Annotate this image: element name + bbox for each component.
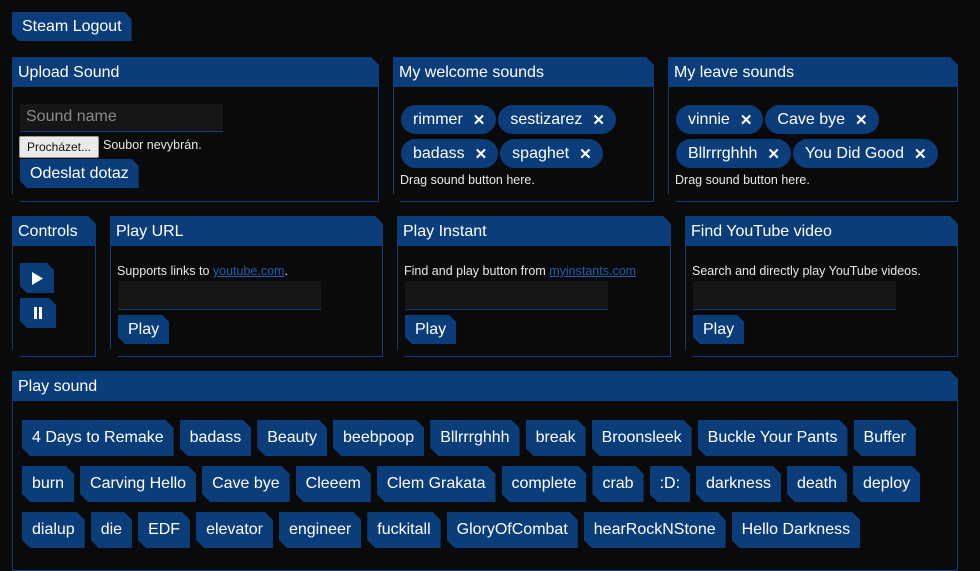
leave-sounds-panel: My leave sounds vinnie ✕ Cave bye ✕ Bllrrrg… [668, 57, 958, 202]
welcome-drag-hint: Drag sound button here. [400, 173, 535, 187]
upload-sound-title: Upload Sound [13, 58, 378, 87]
sound-button[interactable]: deploy [853, 466, 920, 502]
leave-drag-hint: Drag sound button here. [675, 173, 810, 187]
leave-tag[interactable]: Bllrrrghhh ✕ [676, 139, 791, 168]
sound-button[interactable]: Hello Darkness [732, 512, 860, 548]
welcome-sounds-title: My welcome sounds [394, 58, 653, 87]
sound-button[interactable]: Bllrrrghhh [430, 420, 519, 456]
youtube-title: Find YouTube video [686, 217, 957, 246]
sound-button[interactable]: hearRockNStone [584, 512, 726, 548]
sound-button[interactable]: EDF [138, 512, 190, 548]
leave-tag[interactable]: Cave bye ✕ [765, 105, 878, 134]
youtube-description: Search and directly play YouTube videos. [692, 264, 921, 278]
desc-end: . [284, 264, 288, 278]
play-icon[interactable] [20, 263, 54, 293]
leave-tag[interactable]: You Did Good ✕ [793, 139, 938, 168]
sound-button[interactable]: GloryOfCombat [447, 512, 578, 548]
instant-input[interactable] [405, 281, 608, 310]
sound-button[interactable]: die [91, 512, 132, 548]
submit-button[interactable]: Odeslat dotaz [20, 159, 139, 188]
play-instant-panel: Play Instant Find and play button from m… [397, 216, 671, 357]
controls-panel: Controls [12, 216, 96, 357]
desc-text: Supports links to [117, 264, 213, 278]
youtube-panel: Find YouTube video Search and directly p… [685, 216, 958, 357]
file-status-text: Soubor nevybrán. [103, 138, 202, 152]
controls-title: Controls [13, 217, 95, 246]
url-input[interactable] [118, 281, 321, 310]
welcome-sounds-panel: My welcome sounds rimmer ✕ sestizarez ✕ bad… [393, 57, 654, 202]
remove-icon[interactable]: ✕ [592, 111, 605, 129]
steam-logout-button[interactable]: Steam Logout [12, 12, 132, 41]
sound-button[interactable]: badass [180, 420, 252, 456]
play-url-panel: Play URL Supports links to youtube.com. … [110, 216, 383, 357]
sound-button[interactable]: Buffer [854, 420, 916, 456]
welcome-tag[interactable]: spaghet ✕ [500, 139, 603, 168]
tag-label: spaghet [512, 144, 570, 162]
remove-icon[interactable]: ✕ [473, 111, 486, 129]
sound-button[interactable]: Clem Grakata [377, 466, 496, 502]
tag-label: You Did Good [804, 144, 904, 162]
sound-button[interactable]: 4 Days to Remake [22, 420, 174, 456]
tag-label: sestizarez [510, 110, 583, 128]
youtube-link[interactable]: youtube.com [213, 264, 285, 278]
pause-icon[interactable] [20, 298, 56, 328]
play-url-button[interactable]: Play [118, 315, 169, 344]
sound-button[interactable]: Cave bye [202, 466, 290, 502]
welcome-tag[interactable]: badass ✕ [401, 139, 498, 168]
welcome-tags: rimmer ✕ sestizarez ✕ badass ✕ spaghet ✕ [401, 105, 651, 173]
sound-button[interactable]: darkness [696, 466, 781, 502]
sound-button[interactable]: Carving Hello [80, 466, 196, 502]
myinstants-link[interactable]: myinstants.com [549, 264, 636, 278]
sound-name-input[interactable]: Sound name [20, 104, 223, 132]
sound-grid: 4 Days to Remake badass Beauty beebpoop Bllr… [22, 420, 952, 558]
sound-button[interactable]: Cleeem [296, 466, 371, 502]
leave-tag[interactable]: vinnie ✕ [676, 105, 763, 134]
tag-label: Cave bye [777, 110, 845, 128]
upload-sound-panel: Upload Sound Sound name Procházet... Sou… [12, 57, 379, 202]
welcome-tag[interactable]: sestizarez ✕ [498, 105, 616, 134]
sound-button[interactable]: elevator [196, 512, 273, 548]
sound-button[interactable]: complete [502, 466, 587, 502]
sound-button[interactable]: :D: [650, 466, 690, 502]
sound-button[interactable]: death [787, 466, 847, 502]
sound-button[interactable]: burn [22, 466, 74, 502]
play-sound-panel: Play sound 4 Days to Remake badass Beauty b… [12, 371, 958, 571]
play-instant-button[interactable]: Play [405, 315, 456, 344]
welcome-tag[interactable]: rimmer ✕ [401, 105, 496, 134]
remove-icon[interactable]: ✕ [475, 145, 488, 163]
sound-button[interactable]: break [526, 420, 586, 456]
sound-button[interactable]: Buckle Your Pants [698, 420, 848, 456]
sound-button[interactable]: dialup [22, 512, 85, 548]
play-url-description: Supports links to youtube.com. [117, 264, 288, 278]
sound-button[interactable]: Beauty [257, 420, 327, 456]
youtube-play-button[interactable]: Play [693, 315, 744, 344]
tag-label: badass [413, 144, 465, 162]
play-url-title: Play URL [111, 217, 382, 246]
leave-sounds-title: My leave sounds [669, 58, 957, 87]
remove-icon[interactable]: ✕ [740, 111, 753, 129]
tag-label: Bllrrrghhh [688, 144, 758, 162]
leave-tags: vinnie ✕ Cave bye ✕ Bllrrrghhh ✕ You Did Good… [676, 105, 956, 173]
tag-label: vinnie [688, 110, 730, 128]
sound-button[interactable]: fuckitall [367, 512, 440, 548]
sound-button[interactable]: beebpoop [333, 420, 424, 456]
sound-button[interactable]: crab [592, 466, 643, 502]
youtube-search-input[interactable] [693, 281, 896, 310]
play-sound-title: Play sound [13, 372, 957, 401]
sound-button[interactable]: Broonsleek [592, 420, 692, 456]
tag-label: rimmer [413, 110, 463, 128]
sound-button[interactable]: engineer [279, 512, 361, 548]
remove-icon[interactable]: ✕ [579, 145, 592, 163]
remove-icon[interactable]: ✕ [767, 145, 780, 163]
play-instant-description: Find and play button from myinstants.com [404, 264, 636, 278]
desc-text: Find and play button from [404, 264, 550, 278]
remove-icon[interactable]: ✕ [855, 111, 868, 129]
browse-button[interactable]: Procházet... [19, 136, 99, 158]
play-instant-title: Play Instant [398, 217, 670, 246]
remove-icon[interactable]: ✕ [914, 145, 927, 163]
